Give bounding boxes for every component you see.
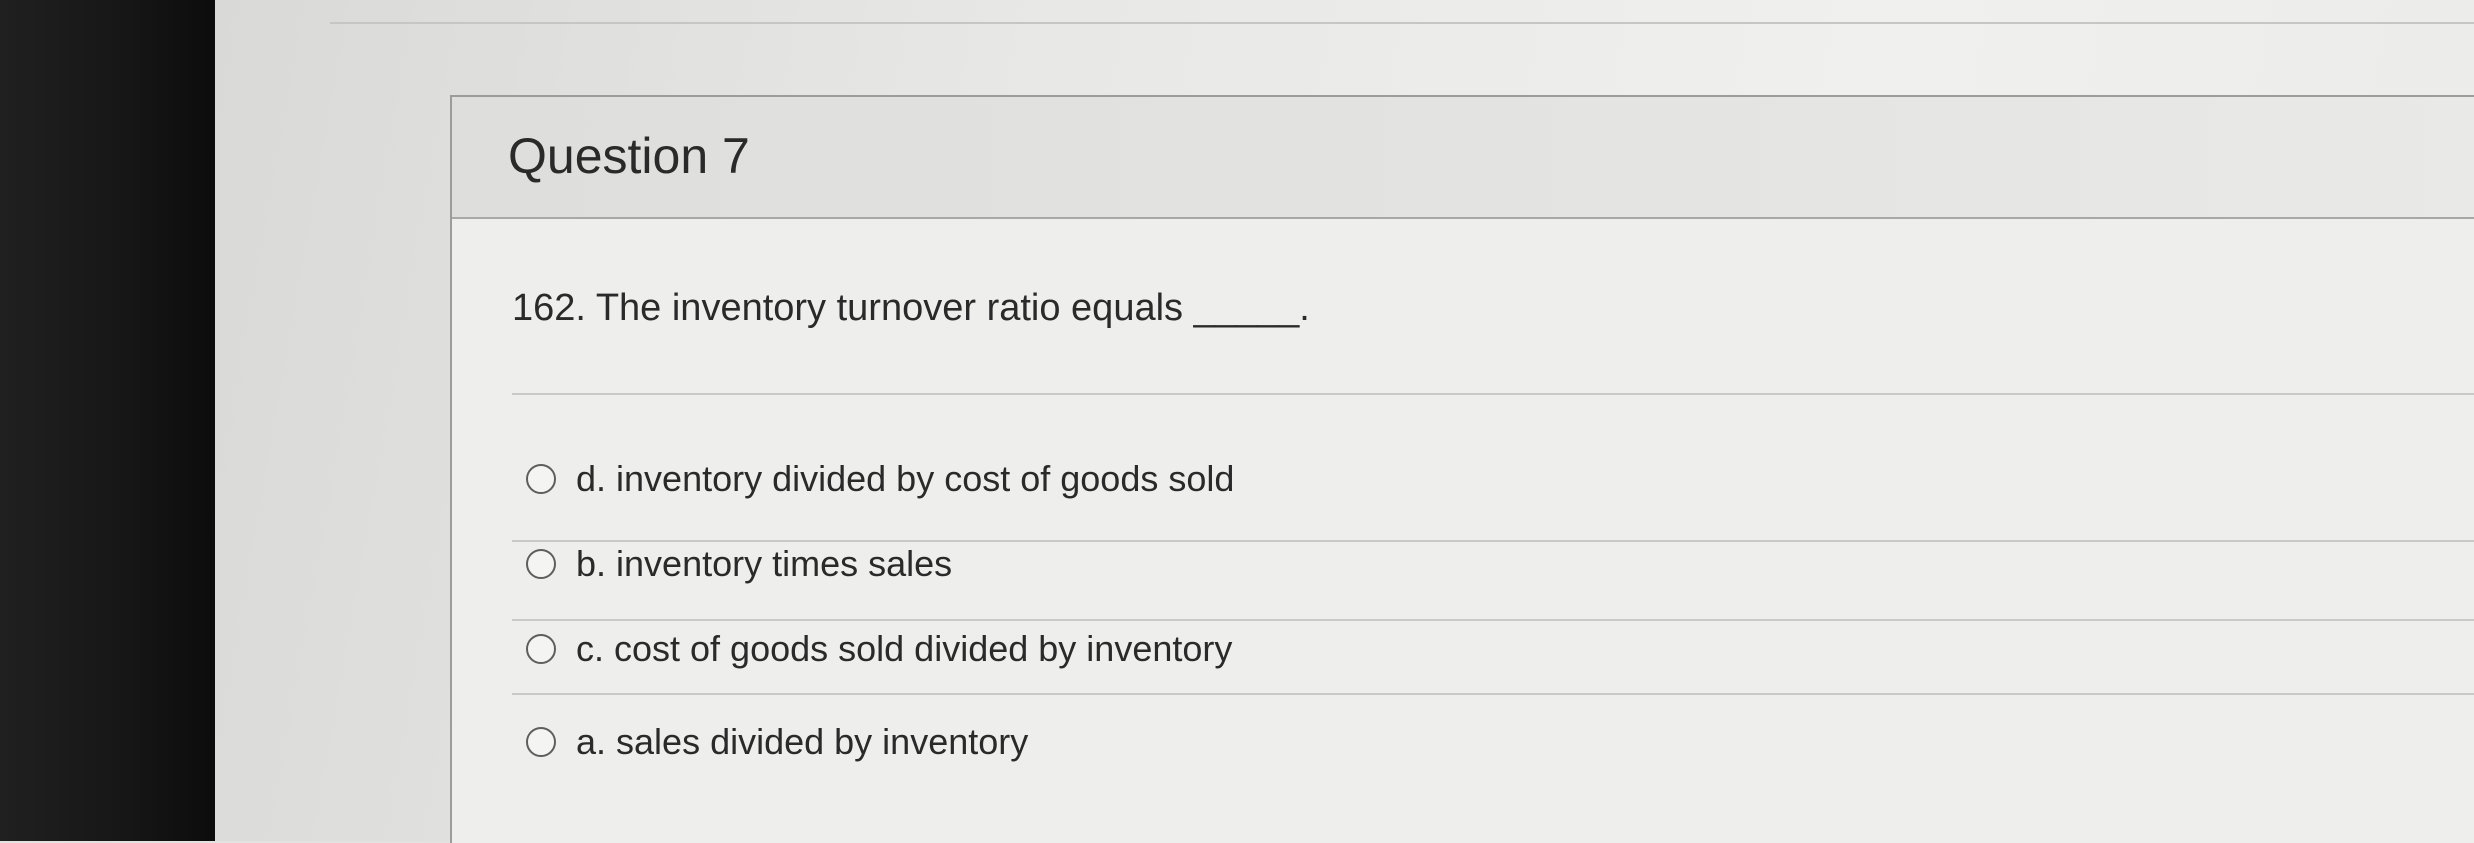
option-divider: [512, 693, 2474, 695]
radio-button[interactable]: [526, 549, 556, 579]
question-text: 162. The inventory turnover ratio equals…: [512, 287, 1310, 329]
question-title: Question 7: [508, 128, 750, 184]
question-divider: [512, 393, 2474, 395]
answer-label: c. cost of goods sold divided by invento…: [576, 628, 1233, 669]
answer-option-a[interactable]: a. sales divided by inventory: [526, 715, 1028, 769]
answer-option-d[interactable]: d. inventory divided by cost of goods so…: [526, 452, 1234, 506]
question-card: Question 7 162. The inventory turnover r…: [450, 95, 2474, 843]
answer-label: d. inventory divided by cost of goods so…: [576, 458, 1235, 499]
radio-button[interactable]: [526, 727, 556, 757]
answer-label: a. sales divided by inventory: [576, 721, 1029, 762]
option-divider: [512, 619, 2474, 621]
top-divider: [330, 22, 2474, 24]
answer-label: b. inventory times sales: [576, 543, 953, 584]
answer-option-b[interactable]: b. inventory times sales: [526, 537, 952, 591]
monitor-bezel: [0, 0, 215, 841]
answer-option-c[interactable]: c. cost of goods sold divided by invento…: [526, 622, 1232, 676]
radio-button[interactable]: [526, 464, 556, 494]
radio-button[interactable]: [526, 634, 556, 664]
question-header: Question 7: [452, 97, 2474, 219]
